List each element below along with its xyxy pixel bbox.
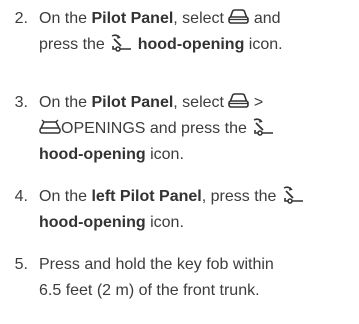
- step-text: On the Pilot Panel, select and press the…: [39, 6, 339, 58]
- step-number: 5.: [14, 256, 28, 273]
- step-line: On the Pilot Panel, select >: [39, 90, 339, 116]
- step-text: On the left Pilot Panel, press the hood-…: [39, 184, 339, 236]
- text-fragment: , select: [173, 10, 229, 27]
- bold-term: hood-opening: [137, 36, 245, 53]
- step-number: 2.: [14, 10, 28, 27]
- text-fragment: On the: [39, 188, 92, 205]
- text-fragment: icon.: [145, 146, 184, 163]
- text-fragment: icon.: [244, 36, 283, 53]
- bold-term: left Pilot Panel: [91, 188, 202, 205]
- car-front-icon: [228, 8, 250, 26]
- hood-opening-icon: [281, 185, 305, 205]
- step-line: hood-opening icon.: [39, 142, 339, 168]
- step-line: On the left Pilot Panel, press the: [39, 184, 339, 210]
- step-line: press the hood-opening icon.: [39, 32, 339, 58]
- text-fragment: On the: [39, 94, 92, 111]
- step-number: 3.: [14, 94, 28, 111]
- step-line: OPENINGS and press the: [39, 116, 339, 142]
- text-fragment: and: [249, 10, 281, 27]
- text-fragment: >: [249, 94, 264, 111]
- step-line: hood-opening icon.: [39, 210, 339, 236]
- text-fragment: OPENINGS and press the: [61, 120, 252, 137]
- text-fragment: , select: [173, 94, 229, 111]
- bold-term: Pilot Panel: [91, 94, 174, 111]
- hood-opening-icon: [251, 117, 275, 137]
- text-fragment: On the: [39, 10, 92, 27]
- step-line: On the Pilot Panel, select and: [39, 6, 339, 32]
- step-text: On the Pilot Panel, select > OPENINGS an…: [39, 90, 339, 168]
- text-fragment: press the: [39, 36, 110, 53]
- bold-term: hood-opening: [39, 146, 146, 163]
- step-number: 4.: [14, 188, 28, 205]
- hood-opening-icon: [109, 33, 133, 53]
- text-fragment: icon.: [145, 214, 184, 231]
- bold-term: hood-opening: [39, 214, 146, 231]
- step-line: Press and hold the key fob within: [39, 256, 274, 273]
- bold-term: Pilot Panel: [91, 10, 174, 27]
- text-fragment: , press the: [201, 188, 281, 205]
- step-text: Press and hold the key fob within 6.5 fe…: [39, 252, 339, 304]
- car-front-icon: [228, 92, 250, 110]
- car-openings-icon: [39, 119, 61, 135]
- step-line: 6.5 feet (2 m) of the front trunk.: [39, 282, 260, 299]
